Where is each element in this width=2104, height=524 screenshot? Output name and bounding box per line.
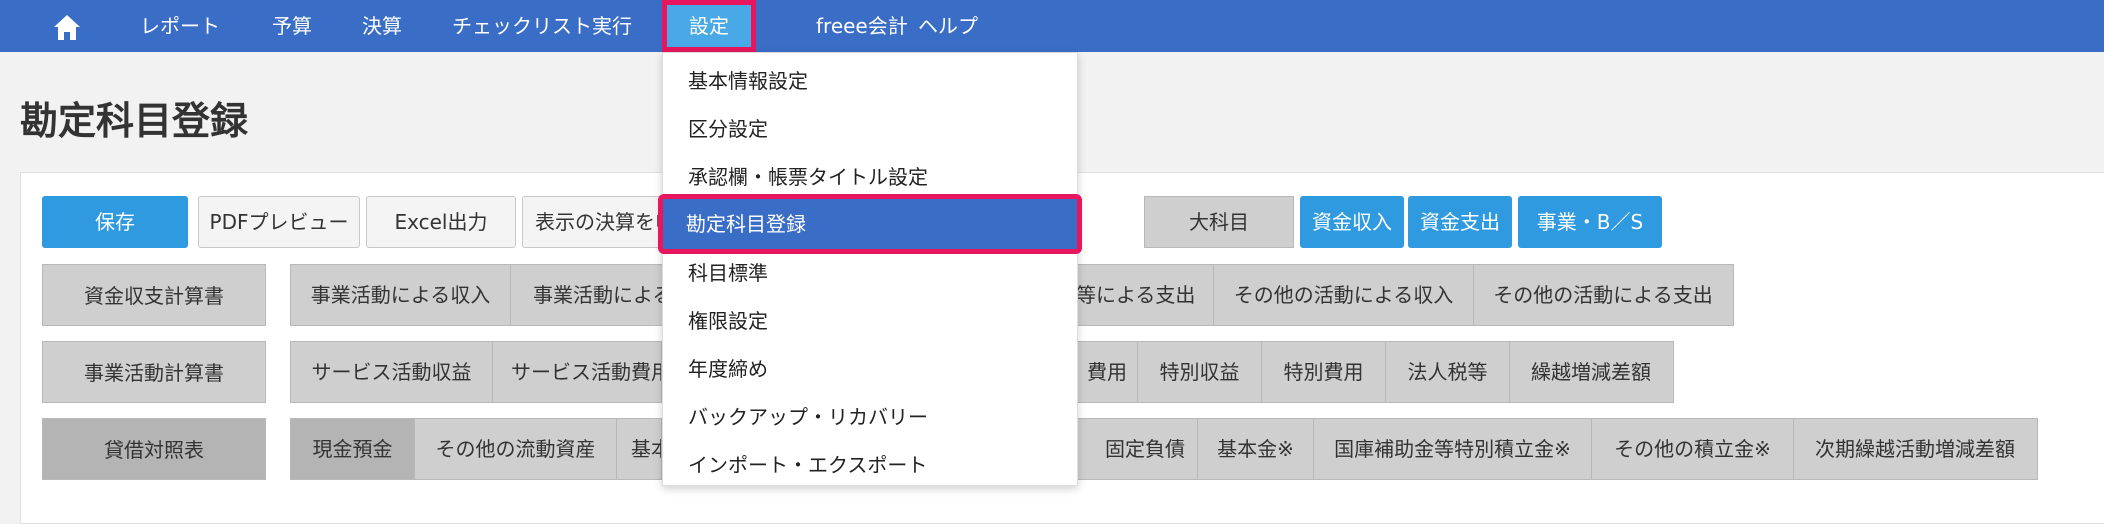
nav-freee[interactable]: freee会計 [816,0,908,52]
tab-expense[interactable]: 費用 [1076,342,1138,402]
home-icon[interactable] [52,13,82,41]
tab-other-current-assets[interactable]: その他の流動資産 [415,419,617,479]
nav-settlement[interactable]: 決算 [362,0,402,52]
menu-permission-settings[interactable]: 権限設定 [663,297,1077,345]
tab-business-income[interactable]: 事業活動による収入 [291,265,511,325]
pdf-preview-button[interactable]: PDFプレビュー [198,196,360,248]
menu-backup-recovery[interactable]: バックアップ・リカバリー [663,393,1077,441]
tab-special-revenue[interactable]: 特別収益 [1138,342,1262,402]
row-business-tabs-right: 費用 特別収益 特別費用 法人税等 繰越増減差額 [1076,341,1674,403]
menu-import-export[interactable]: インポート・エクスポート [663,441,1077,489]
show-settlement-button[interactable]: 表示の決算を申 [522,196,670,248]
fund-income-button[interactable]: 資金収入 [1300,196,1404,248]
page-title: 勘定科目登録 [20,99,249,143]
nav-report[interactable]: レポート [140,0,220,52]
tab-other-reserve[interactable]: その他の積立金※ [1592,419,1794,479]
row-label-business-activity-statement[interactable]: 事業活動計算書 [42,341,266,403]
menu-year-end-closing[interactable]: 年度締め [663,345,1077,393]
tab-other-activity-expense[interactable]: その他の活動による支出 [1474,265,1732,325]
settings-dropdown-menu: 基本情報設定 区分設定 承認欄・帳票タイトル設定 勘定科目登録 科目標準 権限設… [658,52,1082,489]
menu-account-registration[interactable]: 勘定科目登録 [658,194,1082,254]
nav-settings[interactable]: 設定 [662,0,756,52]
tab-next-carryover-difference[interactable]: 次期繰越活動増減差額 [1794,419,2036,479]
tab-fixed-liabilities[interactable]: 固定負債 [1076,419,1198,479]
tab-national-subsidy-reserve[interactable]: 国庫補助金等特別積立金※ [1314,419,1592,479]
menu-approval-title-settings[interactable]: 承認欄・帳票タイトル設定 [663,153,1077,201]
menu-account-standard[interactable]: 科目標準 [663,249,1077,297]
tab-corporate-tax[interactable]: 法人税等 [1386,342,1510,402]
top-navbar: レポート 予算 決算 チェックリスト実行 設定 freee会計 ヘルプ [0,0,2104,52]
fund-expense-button[interactable]: 資金支出 [1408,196,1512,248]
tab-cash-deposits[interactable]: 現金預金 [291,419,415,479]
row-label-balance-sheet[interactable]: 貸借対照表 [42,418,266,480]
tab-service-revenue[interactable]: サービス活動収益 [291,342,493,402]
row-balance-tabs-right: 固定負債 基本金※ 国庫補助金等特別積立金※ その他の積立金※ 次期繰越活動増減… [1076,418,2038,480]
nav-checklist-run[interactable]: チェックリスト実行 [452,0,632,52]
menu-division-settings[interactable]: 区分設定 [663,105,1077,153]
tab-carryover-difference[interactable]: 繰越増減差額 [1510,342,1672,402]
save-button[interactable]: 保存 [42,196,188,248]
excel-export-button[interactable]: Excel出力 [366,196,516,248]
tab-special-expense[interactable]: 特別費用 [1262,342,1386,402]
row-label-cashflow-statement[interactable]: 資金収支計算書 [42,264,266,326]
nav-budget[interactable]: 予算 [272,0,312,52]
tab-expense-by-etc[interactable]: 等による支出 [1076,265,1214,325]
tab-other-activity-income[interactable]: その他の活動による収入 [1214,265,1474,325]
tab-basic[interactable]: 基本 [617,419,661,479]
business-bs-button[interactable]: 事業・B／S [1518,196,1662,248]
row-business-tabs-left: サービス活動収益 サービス活動費用 [290,341,662,403]
nav-help[interactable]: ヘルプ [918,0,978,52]
menu-basic-info-settings[interactable]: 基本情報設定 [663,57,1077,105]
tab-service-expense[interactable]: サービス活動費用 [493,342,661,402]
major-category-button[interactable]: 大科目 [1144,196,1294,248]
tab-basic-fund[interactable]: 基本金※ [1198,419,1314,479]
row-balance-tabs-left: 現金預金 その他の流動資産 基本 [290,418,662,480]
row-cashflow-tabs-right: 等による支出 その他の活動による収入 その他の活動による支出 [1076,264,1734,326]
